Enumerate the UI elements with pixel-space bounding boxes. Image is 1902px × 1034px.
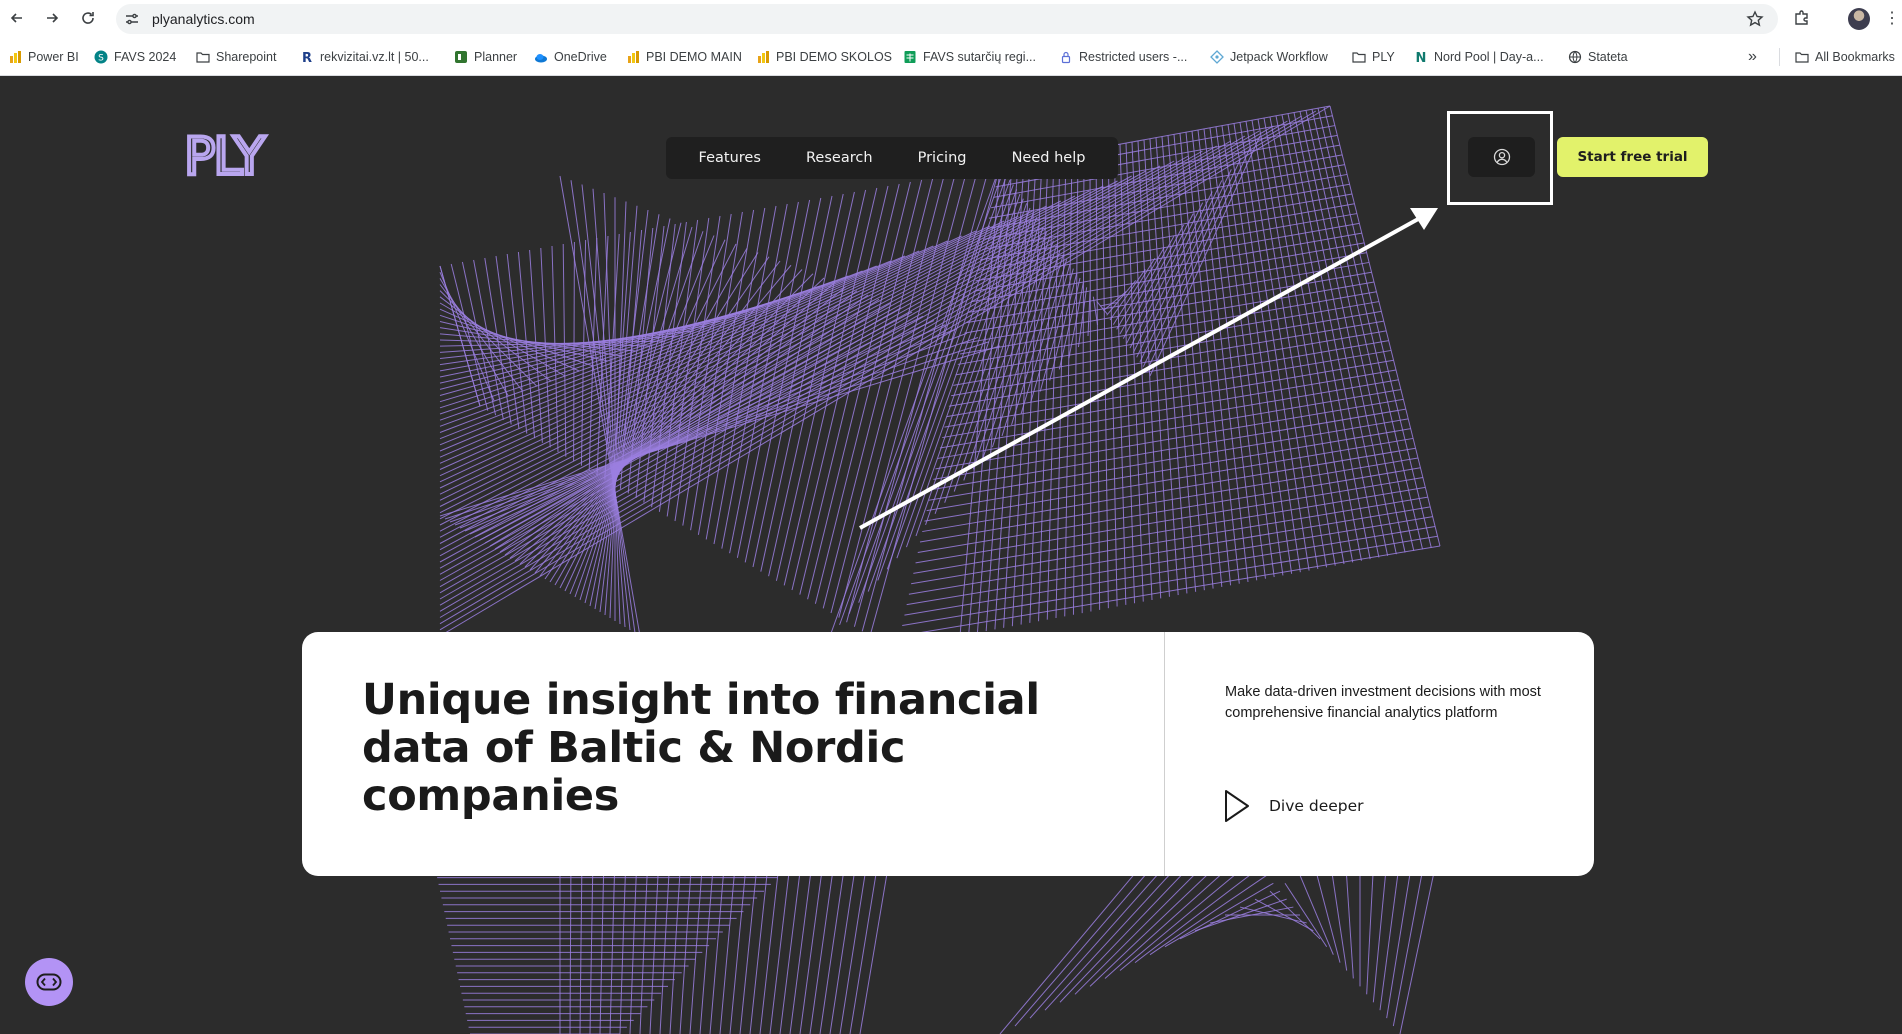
reload-button[interactable]: [77, 7, 99, 29]
arrow-right-icon: [47, 13, 59, 23]
bookmark-sharepoint[interactable]: Sharepoint: [196, 47, 276, 67]
bookmarks-overflow-button[interactable]: »: [1748, 47, 1757, 67]
tune-icon[interactable]: [124, 11, 140, 27]
lock-icon: [1061, 51, 1071, 64]
reload-icon: [82, 12, 94, 24]
bookmark-pbi-demo-skolos[interactable]: PBI DEMO SKOLOS: [756, 47, 892, 67]
profile-avatar[interactable]: [1848, 8, 1870, 30]
play-icon: [1225, 790, 1249, 822]
bookmark-stateta[interactable]: Stateta: [1568, 47, 1628, 67]
onedrive-icon: [535, 54, 547, 63]
bookmark-jetpack-workflow[interactable]: Jetpack Workflow: [1210, 47, 1328, 67]
bookmark-rekvizitai[interactable]: R rekvizitai.vz.lt | 50...: [300, 47, 429, 67]
forward-button[interactable]: [41, 7, 63, 29]
hero-divider: [1164, 632, 1165, 876]
browser-toolbar: plyanalytics.com ⋮: [0, 0, 1902, 38]
dive-deeper-button[interactable]: Dive deeper: [1223, 789, 1364, 823]
start-free-trial-button[interactable]: Start free trial: [1557, 137, 1708, 177]
planner-icon: [455, 51, 467, 63]
hero-card: Unique insight into financial data of Ba…: [302, 632, 1594, 876]
n-icon: N: [1416, 51, 1427, 64]
globe-icon: [1568, 50, 1582, 64]
powerbi-icon: [758, 51, 769, 63]
powerbi-icon: [10, 51, 21, 63]
hero-title: Unique insight into financial data of Ba…: [362, 675, 1040, 821]
bookmark-restricted-users[interactable]: Restricted users -...: [1059, 47, 1187, 67]
bookmark-planner[interactable]: Planner: [454, 47, 517, 67]
bookmark-pbi-demo-main[interactable]: PBI DEMO MAIN: [626, 47, 742, 67]
powerbi-icon: [628, 51, 639, 63]
folder-icon: [1352, 52, 1366, 63]
folder-icon: [1795, 52, 1809, 63]
bookmark-favs-2024[interactable]: S FAVS 2024: [94, 47, 176, 67]
user-circle-icon: [1493, 148, 1510, 166]
r-icon: R: [302, 51, 312, 64]
sheets-icon: [904, 51, 916, 63]
bookmarks-bar: Power BI S FAVS 2024 Sharepoint R rekviz…: [0, 38, 1902, 76]
bookmark-nord-pool[interactable]: N Nord Pool | Day-a...: [1414, 47, 1544, 67]
bookmark-ply[interactable]: PLY: [1352, 47, 1395, 67]
back-button[interactable]: [6, 7, 28, 29]
all-bookmarks-button[interactable]: All Bookmarks: [1795, 47, 1895, 67]
url-text[interactable]: plyanalytics.com: [152, 4, 255, 34]
annotation-arrow: [859, 208, 1438, 530]
chat-icon: [36, 973, 62, 991]
address-bar[interactable]: plyanalytics.com: [116, 4, 1778, 34]
star-icon[interactable]: [1746, 10, 1764, 28]
account-button[interactable]: [1468, 137, 1535, 177]
jetpack-icon: [1210, 50, 1224, 64]
dive-deeper-label: Dive deeper: [1269, 797, 1364, 815]
bookmark-favs-sutarciu[interactable]: FAVS sutarčių regi...: [903, 47, 1036, 67]
arrow-left-icon: [10, 13, 22, 23]
hero-description: Make data-driven investment decisions wi…: [1225, 684, 1541, 721]
kebab-menu-icon[interactable]: ⋮: [1884, 8, 1900, 30]
svg-text:S: S: [98, 54, 104, 64]
chat-widget-button[interactable]: [25, 958, 73, 1006]
bookmark-onedrive[interactable]: OneDrive: [534, 47, 607, 67]
bookmark-power-bi[interactable]: Power BI: [8, 47, 79, 67]
folder-icon: [196, 52, 210, 63]
puzzle-icon[interactable]: [1793, 9, 1811, 27]
sharepoint-icon: S: [94, 50, 108, 64]
svg-text:R: R: [302, 51, 312, 64]
bookmarks-divider: [1779, 48, 1780, 66]
svg-text:N: N: [1416, 51, 1427, 64]
web-page: PLY Features Research Pricing Need help …: [0, 76, 1902, 1034]
